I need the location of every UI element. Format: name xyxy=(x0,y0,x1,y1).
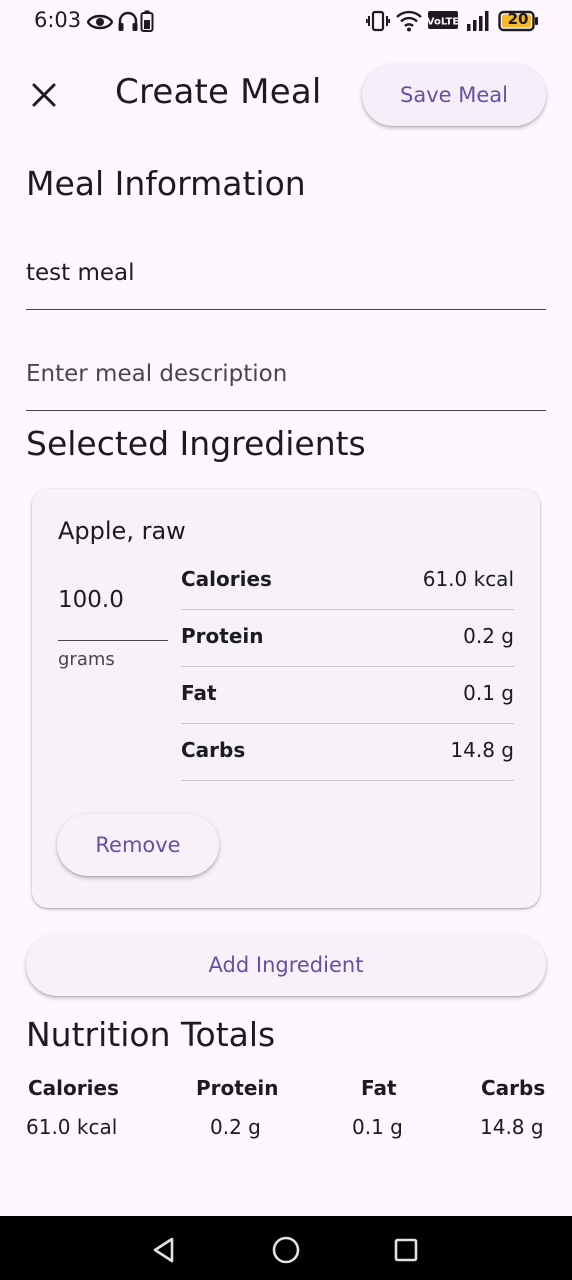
create-meal-screen: 6:03 VoLTE 20 Create Meal Save Meal Meal… xyxy=(0,0,572,1280)
nutrition-totals-heading: Nutrition Totals xyxy=(26,1015,276,1054)
remove-ingredient-button[interactable]: Remove xyxy=(57,814,219,876)
status-bar: 6:03 VoLTE 20 xyxy=(0,0,572,44)
meal-name-value: test meal xyxy=(26,260,135,286)
ingredient-card: Apple, raw 100.0 grams Calories 61.0 kca… xyxy=(32,489,540,908)
ingredient-name: Apple, raw xyxy=(58,517,186,545)
totals-value-carbs: 14.8 g xyxy=(480,1115,544,1139)
recents-icon xyxy=(394,1238,418,1262)
back-icon xyxy=(153,1237,174,1263)
signal-icon xyxy=(467,11,489,31)
nutrient-value: 61.0 kcal xyxy=(422,567,514,591)
battery-level: 20 xyxy=(507,10,529,28)
navigation-bar xyxy=(0,1216,572,1280)
totals-header-calories: Calories xyxy=(28,1076,119,1100)
nutrient-label: Carbs xyxy=(181,738,246,762)
save-meal-button[interactable]: Save Meal xyxy=(362,64,546,126)
battery-small-icon xyxy=(140,10,154,32)
meal-name-field[interactable]: test meal xyxy=(26,238,546,310)
wifi-icon xyxy=(396,10,422,32)
status-time: 6:03 xyxy=(34,8,82,32)
nutrient-value: 0.2 g xyxy=(463,624,514,648)
meal-description-field[interactable]: Enter meal description xyxy=(26,339,546,411)
vibrate-icon xyxy=(366,10,390,32)
nutrient-row-protein: Protein 0.2 g xyxy=(181,610,514,667)
nav-recents-button[interactable] xyxy=(386,1230,426,1270)
totals-value-fat: 0.1 g xyxy=(352,1115,403,1139)
nutrient-row-fat: Fat 0.1 g xyxy=(181,667,514,724)
nutrient-label: Fat xyxy=(181,681,217,705)
headphones-icon xyxy=(118,11,138,31)
selected-ingredients-heading: Selected Ingredients xyxy=(26,424,366,463)
totals-value-protein: 0.2 g xyxy=(210,1115,261,1139)
nav-back-button[interactable] xyxy=(144,1230,184,1270)
quantity-value: 100.0 xyxy=(58,587,124,613)
totals-header-carbs: Carbs xyxy=(481,1076,546,1100)
quantity-unit: grams xyxy=(58,649,115,670)
quantity-input[interactable]: 100.0 xyxy=(58,579,168,641)
close-button[interactable] xyxy=(22,73,66,117)
meal-information-heading: Meal Information xyxy=(26,164,306,203)
page-title: Create Meal xyxy=(115,72,322,112)
nutrient-label: Protein xyxy=(181,624,264,648)
totals-header-fat: Fat xyxy=(361,1076,397,1100)
totals-value-calories: 61.0 kcal xyxy=(26,1115,118,1139)
close-icon xyxy=(32,83,56,107)
add-ingredient-button[interactable]: Add Ingredient xyxy=(26,934,546,996)
nutrient-row-carbs: Carbs 14.8 g xyxy=(181,724,514,781)
volte-icon: VoLTE xyxy=(428,11,458,29)
nutrient-label: Calories xyxy=(181,567,272,591)
home-icon xyxy=(272,1236,300,1264)
svg-text:VoLTE: VoLTE xyxy=(428,17,458,28)
meal-description-placeholder: Enter meal description xyxy=(26,361,288,387)
eye-icon xyxy=(87,14,113,30)
nutrient-row-calories: Calories 61.0 kcal xyxy=(181,553,514,610)
totals-header-protein: Protein xyxy=(196,1076,279,1100)
nutrient-value: 0.1 g xyxy=(463,681,514,705)
nutrient-value: 14.8 g xyxy=(450,738,514,762)
nav-home-button[interactable] xyxy=(266,1230,306,1270)
